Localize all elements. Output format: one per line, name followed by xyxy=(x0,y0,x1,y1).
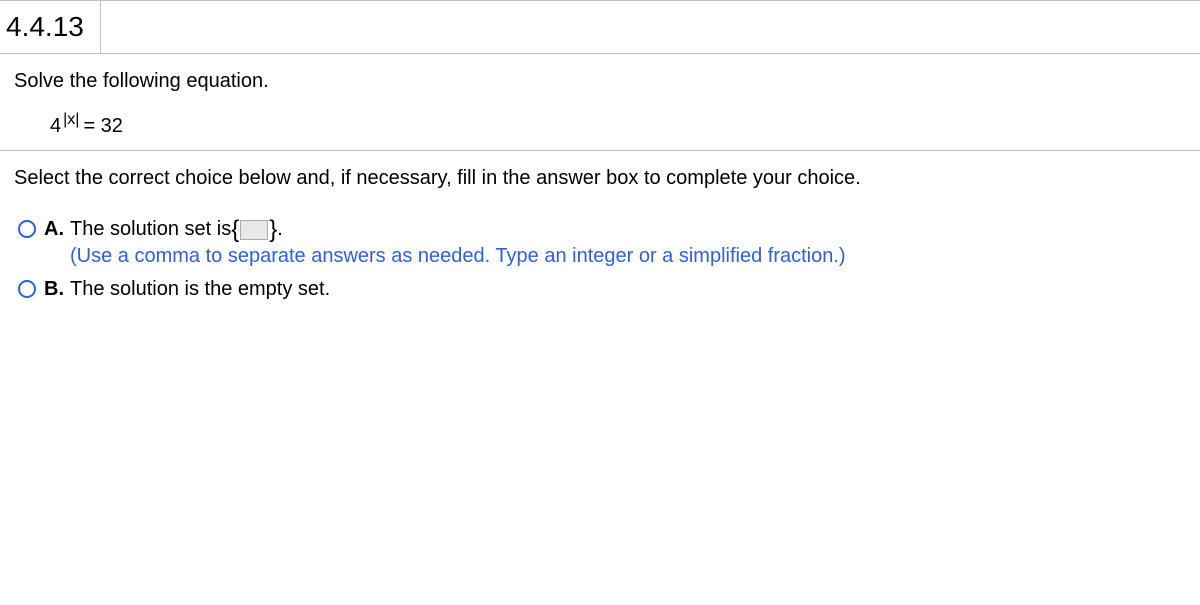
brace-close-icon: } xyxy=(269,220,277,240)
choice-b-body: The solution is the empty set. xyxy=(70,278,330,301)
choice-b-label: B. xyxy=(44,278,70,301)
answer-input[interactable] xyxy=(240,220,268,240)
prompt-section: Solve the following equation. 4 |x| = 32 xyxy=(0,54,1200,151)
choice-a-hint: (Use a comma to separate answers as need… xyxy=(70,245,846,268)
equation-rhs: = 32 xyxy=(83,115,122,138)
radio-b[interactable] xyxy=(18,280,36,298)
prompt-text: Solve the following equation. xyxy=(14,70,1186,93)
choice-a-prefix: The solution set is xyxy=(70,218,231,241)
choice-a-label: A. xyxy=(44,218,70,241)
choice-b: B. The solution is the empty set. xyxy=(18,278,1186,301)
radio-a[interactable] xyxy=(18,220,36,238)
equation: 4 |x| = 32 xyxy=(14,115,1186,138)
choices-group: A. The solution set is { } . (Use a comm… xyxy=(0,198,1200,301)
choice-b-text: The solution is the empty set. xyxy=(70,278,330,300)
choice-a: A. The solution set is { } . (Use a comm… xyxy=(18,218,1186,268)
instructions-text: Select the correct choice below and, if … xyxy=(0,151,1200,198)
equation-exponent: |x| xyxy=(61,111,81,129)
choice-a-body: The solution set is { } . (Use a comma t… xyxy=(70,218,846,268)
choice-a-suffix: . xyxy=(277,218,283,241)
equation-base: 4 xyxy=(50,115,61,138)
choice-a-line1: The solution set is { } . xyxy=(70,218,846,241)
question-number: 4.4.13 xyxy=(0,1,101,53)
header-bar: 4.4.13 xyxy=(0,0,1200,54)
brace-open-icon: { xyxy=(231,220,239,240)
